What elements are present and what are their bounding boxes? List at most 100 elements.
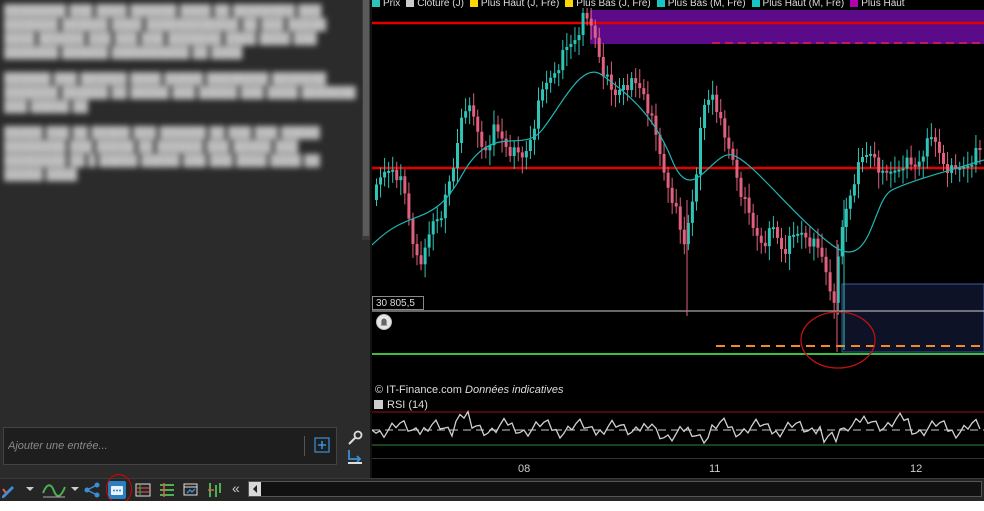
window-icon[interactable] <box>182 481 200 499</box>
candle-body <box>395 169 399 181</box>
candle-body <box>504 138 508 147</box>
legend-label: Plus Haut (M, Fre) <box>762 0 845 8</box>
compare-icon[interactable] <box>206 481 224 499</box>
candle-body <box>775 227 779 238</box>
candle-body <box>731 148 735 160</box>
legend-item[interactable]: Plus Haut (M, Fre) <box>751 0 845 8</box>
candle-body <box>707 99 711 105</box>
collapse-icon[interactable]: « <box>232 480 240 496</box>
alert-bell-icon[interactable] <box>376 314 392 330</box>
candle-body <box>905 157 909 169</box>
candle-body <box>832 291 836 303</box>
candle-body <box>937 141 941 153</box>
x-tick: 11 <box>709 463 721 475</box>
export-icon[interactable] <box>345 447 365 467</box>
candle-body <box>800 232 804 235</box>
arrow-left-icon <box>253 485 257 493</box>
candle-body <box>391 169 395 172</box>
candle-body <box>427 234 431 248</box>
legend-item[interactable]: Clôture (J) <box>406 0 464 8</box>
candle-body <box>537 100 540 129</box>
candle-body <box>541 89 545 101</box>
candle-body <box>399 176 403 181</box>
candle-body <box>925 138 929 157</box>
table-icon[interactable] <box>134 481 152 499</box>
candle-body <box>703 104 707 128</box>
candle-body <box>593 25 597 38</box>
wrench-icon[interactable] <box>345 428 365 448</box>
candle-body <box>909 157 913 165</box>
horizontal-scrollbar[interactable] <box>248 481 982 497</box>
entry-input[interactable] <box>4 428 299 464</box>
candle-body <box>877 157 881 173</box>
candle-body <box>646 94 650 114</box>
x-tick: 12 <box>910 463 923 475</box>
candle-body <box>476 116 480 132</box>
copyright-source: © IT-Finance.com <box>375 384 462 396</box>
legend-item[interactable]: Plus Bas (M, Fre) <box>656 0 746 8</box>
journal-scroll-thumb[interactable] <box>363 0 369 236</box>
indicator-dropdown-icon[interactable] <box>71 487 79 491</box>
candle-body <box>569 43 573 47</box>
candle-body <box>861 157 864 163</box>
legend-item[interactable]: Prix <box>372 0 400 8</box>
candle-body <box>852 184 856 196</box>
draw-tools-icon[interactable] <box>0 481 18 499</box>
candle-body <box>581 12 585 35</box>
share-icon[interactable] <box>83 481 101 499</box>
candle-body <box>589 18 593 26</box>
legend-item[interactable]: Plus Haut (J, Fre) <box>469 0 559 8</box>
journal-scrollbar[interactable] <box>362 0 370 240</box>
add-entry-icon[interactable] <box>314 437 330 453</box>
candle-body <box>597 37 601 57</box>
legend-label: Clôture (J) <box>417 0 464 8</box>
candle-body <box>423 247 427 265</box>
candle-body <box>824 256 828 273</box>
candle-body <box>788 235 792 254</box>
candle-body <box>816 238 820 248</box>
candle-body <box>638 83 642 89</box>
candle-body <box>500 131 504 139</box>
candle-body <box>929 137 933 140</box>
chart-canvas[interactable] <box>372 0 984 478</box>
candle-body <box>699 128 702 175</box>
legend-item[interactable]: Plus Bas (J, Fre) <box>565 0 651 8</box>
candle-body <box>601 57 605 77</box>
candle-body <box>634 78 638 84</box>
candle-body <box>674 202 678 207</box>
legend-label: Plus Bas (J, Fre) <box>576 0 651 8</box>
list-icon[interactable] <box>158 481 176 499</box>
candle-body <box>375 184 378 200</box>
candle-body <box>532 128 536 140</box>
candle-body <box>379 177 383 185</box>
legend-swatch <box>372 0 380 7</box>
price-chart[interactable]: Prix Clôture (J) Plus Haut (J, Fre) Plus Ba… <box>372 0 984 478</box>
rsi-color-box <box>374 400 383 409</box>
rsi-label-text: RSI (14) <box>387 399 428 411</box>
candle-body <box>792 234 796 237</box>
bottom-margin <box>0 501 984 511</box>
candle-body <box>723 118 727 138</box>
candle-body <box>553 73 557 78</box>
candle-body <box>881 170 885 173</box>
candle-body <box>901 168 905 171</box>
candle-body <box>682 229 686 245</box>
candle-body <box>962 166 966 169</box>
scroll-left-button[interactable] <box>249 482 261 496</box>
candle-body <box>844 208 848 227</box>
rsi-label[interactable]: RSI (14) <box>374 399 428 411</box>
legend-item[interactable]: Plus Haut <box>850 0 905 8</box>
candle-body <box>678 206 682 230</box>
candle-body <box>966 165 970 168</box>
candle-body <box>520 152 524 158</box>
draw-tools-dropdown-icon[interactable] <box>26 487 34 491</box>
candle-body <box>670 187 674 203</box>
candle-body <box>978 148 982 150</box>
candle-body <box>585 12 589 19</box>
indicator-icon[interactable] <box>42 481 66 499</box>
candle-body <box>743 197 747 199</box>
candle-body <box>873 153 877 158</box>
legend-swatch <box>565 0 574 7</box>
candle-body <box>711 94 715 100</box>
candle-body <box>889 171 893 174</box>
